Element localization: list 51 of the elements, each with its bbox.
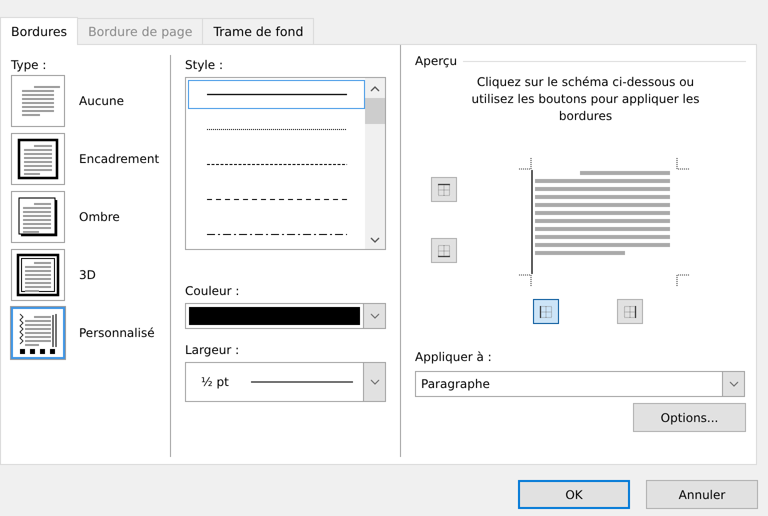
- line-sample-icon: [250, 381, 353, 383]
- border-type-button[interactable]: [11, 307, 65, 359]
- color-dropdown[interactable]: [185, 303, 386, 329]
- scroll-thumb[interactable]: [365, 98, 385, 124]
- scroll-down-icon[interactable]: [370, 237, 380, 243]
- preview-heading: Aperçu: [415, 54, 458, 68]
- page-icon: [16, 253, 60, 297]
- border-type-label: 3D: [79, 268, 96, 282]
- top-border-button[interactable]: [431, 177, 457, 202]
- line-style-option[interactable]: [188, 80, 365, 109]
- border-type-button[interactable]: [11, 249, 65, 301]
- instructions-text: Cliquez sur le schéma ci-dessous ou utilisez les boutons pour appliquer les bordures: [470, 74, 701, 125]
- apply-to-label: Appliquer à :: [415, 350, 493, 364]
- options-button[interactable]: Options...: [633, 403, 746, 432]
- border-type-button[interactable]: [11, 133, 65, 185]
- border-type-label: Personnalisé: [79, 326, 155, 340]
- apply-to-dropdown[interactable]: Paragraphe: [415, 371, 745, 397]
- bottom-border-icon: [437, 244, 451, 258]
- tab[interactable]: Trame de fond: [202, 18, 314, 44]
- left-border-button[interactable]: [533, 299, 559, 324]
- right-border-button[interactable]: [617, 299, 643, 324]
- border-type-label: Aucune: [79, 94, 124, 108]
- color-label: Couleur :: [185, 284, 240, 298]
- bottom-border-button[interactable]: [431, 238, 457, 263]
- page-icon: [16, 195, 60, 239]
- line-sample-icon: [206, 233, 346, 236]
- width-value: ½ pt: [201, 375, 229, 389]
- line-sample-icon: [206, 128, 346, 131]
- right-border-icon: [623, 304, 637, 318]
- scrollbar[interactable]: [365, 78, 385, 249]
- type-label: Type :: [11, 58, 48, 72]
- page-icon: [16, 137, 60, 181]
- chevron-down-icon: [370, 313, 380, 319]
- line-sample-icon: [206, 163, 346, 166]
- width-label: Largeur :: [185, 343, 240, 357]
- chevron-down-icon: [370, 379, 380, 385]
- scroll-up-icon[interactable]: [370, 86, 380, 92]
- border-type-label: Encadrement: [79, 152, 160, 166]
- border-type-button[interactable]: [11, 191, 65, 243]
- dialog-button[interactable]: Annuler: [646, 480, 758, 509]
- style-label: Style :: [185, 58, 224, 72]
- line-sample-icon: [206, 93, 346, 96]
- border-type-label: Ombre: [79, 210, 120, 224]
- chevron-down-icon: [728, 381, 738, 387]
- paragraph-preview-drawing[interactable]: [519, 157, 689, 287]
- top-border-icon: [437, 182, 451, 196]
- width-dropdown[interactable]: ½ pt: [185, 362, 386, 402]
- dialog-button[interactable]: OK: [518, 480, 630, 509]
- tab[interactable]: Bordures: [0, 17, 78, 45]
- left-border-icon: [539, 304, 553, 318]
- line-sample-icon: [206, 198, 346, 201]
